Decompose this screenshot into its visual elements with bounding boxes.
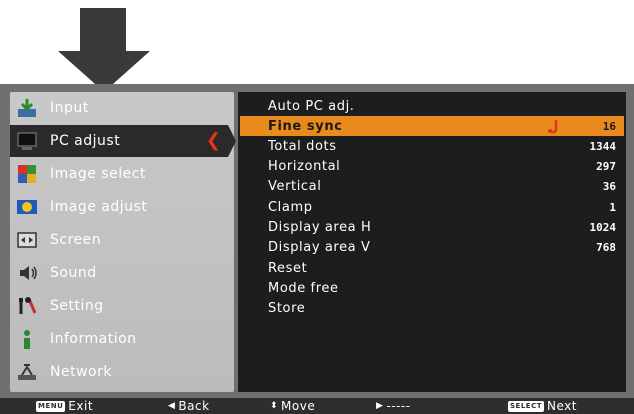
submenu-value: 36 [602,179,616,193]
menu-item-label: Network [50,364,112,380]
back-hint: ◀ Back [168,398,210,414]
main-menu: Input PC adjust ❮ Image select Image adj… [10,92,236,392]
adjust-icon [548,120,558,134]
submenu-value: 1 [609,200,616,214]
menu-item-screen[interactable]: Screen [10,224,234,256]
submenu-label: Reset [268,260,308,276]
submenu-item-display-area-h[interactable]: Display area H 1024 [240,217,624,237]
submenu-item-mode-free[interactable]: Mode free [240,278,624,298]
sound-icon [15,261,39,285]
dash-label: ----- [386,399,411,413]
menu-item-label: Image adjust [50,199,148,215]
exit-label: Exit [68,399,94,413]
submenu-item-clamp[interactable]: Clamp 1 [240,197,624,217]
submenu-label: Display area V [268,239,371,255]
menu-item-sound[interactable]: Sound [10,257,234,289]
submenu-value: 1024 [589,220,617,234]
submenu-item-horizontal[interactable]: Horizontal 297 [240,156,624,176]
menu-item-image-select[interactable]: Image select [10,158,234,190]
submenu-item-display-area-v[interactable]: Display area V 768 [240,237,624,257]
back-label: Back [178,399,210,413]
chevron-left-icon: ❮ [205,130,221,151]
submenu-value: 297 [596,159,616,173]
submenu-item-vertical[interactable]: Vertical 36 [240,176,624,196]
information-icon [15,327,39,351]
submenu-panel: Auto PC adj. Fine sync 16 Total dots 134… [238,92,626,392]
network-icon [15,360,39,384]
setting-icon [15,294,39,318]
right-hint: ▶ ----- [376,398,411,414]
submenu-label: Mode free [268,280,339,296]
submenu-value: 16 [602,119,616,133]
submenu-label: Total dots [268,138,337,154]
submenu-label: Auto PC adj. [268,98,355,114]
input-icon [15,96,39,120]
next-hint: SELECT Next [508,398,577,414]
next-label: Next [546,399,577,413]
submenu-label: Vertical [268,178,322,194]
move-label: Move [281,399,316,413]
screen-icon [15,228,39,252]
active-notch [228,125,236,157]
submenu-item-auto-pc-adj[interactable]: Auto PC adj. [240,96,624,116]
image-adjust-icon [15,195,39,219]
exit-hint: MENU Exit [36,398,93,414]
submenu-label: Fine sync [268,118,343,134]
submenu-item-fine-sync[interactable]: Fine sync 16 [240,116,624,136]
menu-item-label: Screen [50,232,102,248]
menu-item-label: Information [50,331,137,347]
menu-item-label: Sound [50,265,97,281]
menu-item-network[interactable]: Network [10,356,234,388]
submenu-value: 768 [596,240,616,254]
submenu-item-total-dots[interactable]: Total dots 1344 [240,136,624,156]
menu-item-image-adjust[interactable]: Image adjust [10,191,234,223]
menu-item-input[interactable]: Input [10,92,234,124]
menu-key-badge: MENU [36,400,66,412]
move-hint: ⬍ Move [270,398,315,414]
submenu-label: Clamp [268,199,313,215]
select-key-badge: SELECT [508,400,544,412]
guide-bar: MENU Exit ◀ Back ⬍ Move ▶ ----- SELECT N… [0,398,634,414]
submenu-item-store[interactable]: Store [240,298,624,318]
up-down-icon: ⬍ [270,401,279,411]
menu-item-label: Input [50,100,89,116]
menu-item-label: PC adjust [50,133,121,149]
menu-item-label: Image select [50,166,146,182]
submenu-value: 1344 [589,139,617,153]
submenu-label: Display area H [268,219,372,235]
submenu-item-reset[interactable]: Reset [240,258,624,278]
menu-item-label: Setting [50,298,104,314]
menu-item-pc-adjust[interactable]: PC adjust ❮ [10,125,228,157]
submenu-label: Horizontal [268,158,341,174]
right-triangle-icon: ▶ [376,401,384,411]
menu-item-setting[interactable]: Setting [10,290,234,322]
left-triangle-icon: ◀ [168,401,176,411]
submenu-label: Store [268,300,306,316]
down-arrow-indicator [58,8,150,92]
pc-adjust-icon [15,129,39,153]
menu-item-information[interactable]: Information [10,323,234,355]
image-select-icon [15,162,39,186]
